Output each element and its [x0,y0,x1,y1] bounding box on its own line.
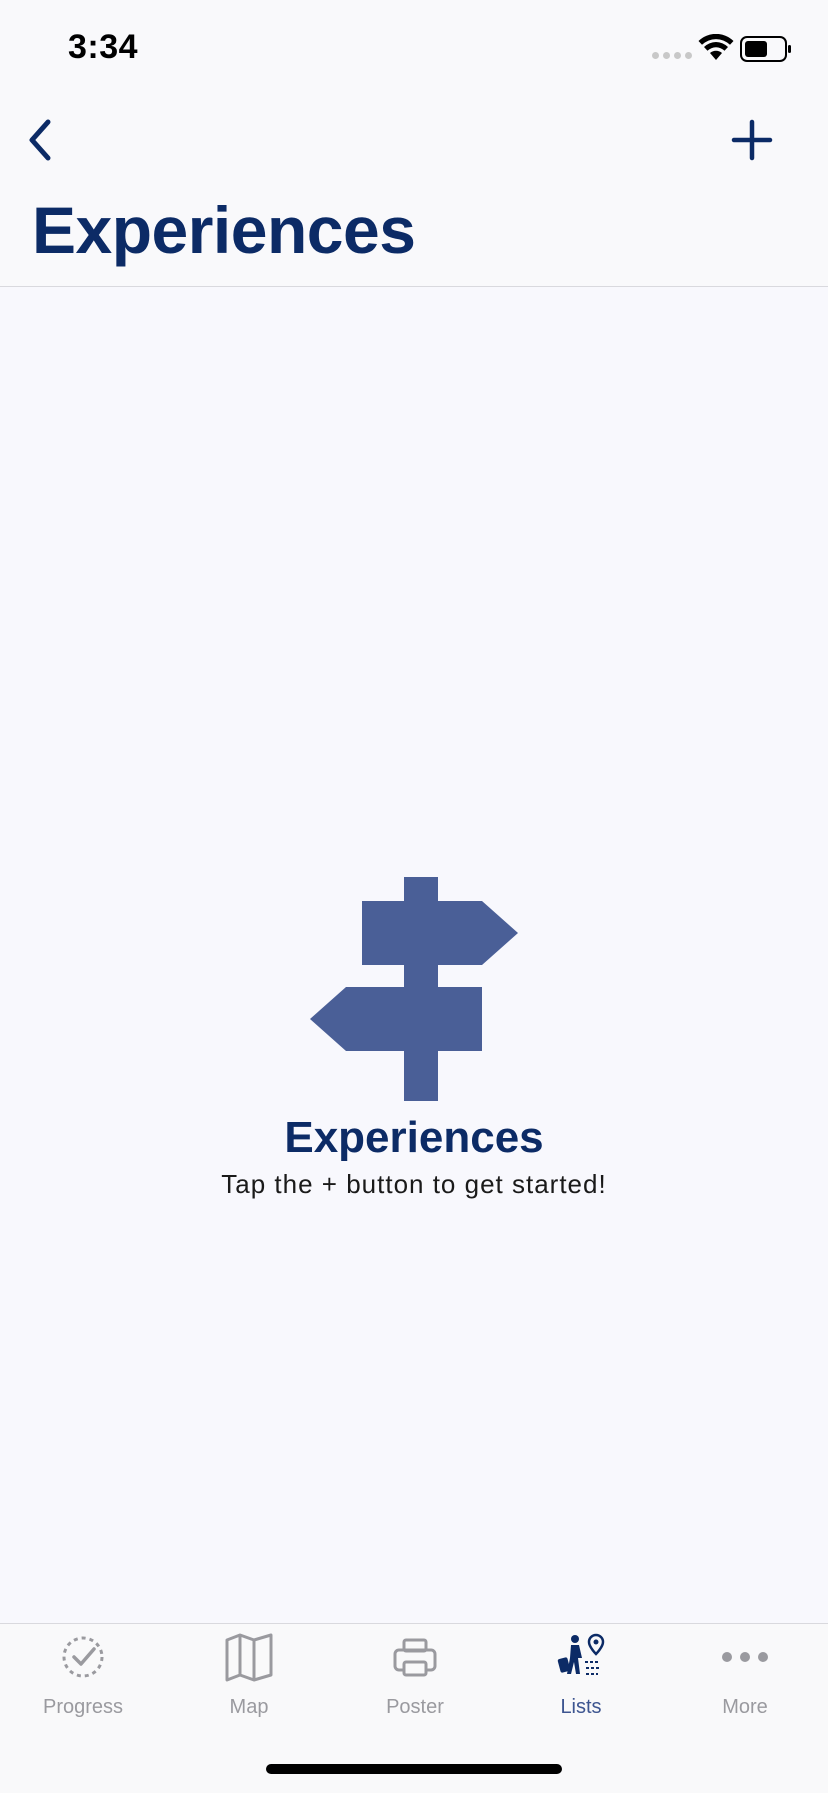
add-button[interactable] [728,116,776,164]
tab-more[interactable]: More [662,1624,828,1734]
plus-icon [731,119,773,161]
tab-label: More [722,1696,768,1718]
signpost-icon [310,877,518,1101]
navigation-bar: Experiences [0,96,828,287]
printer-icon [393,1638,437,1677]
tab-label: Lists [560,1696,602,1718]
tab-progress[interactable]: Progress [0,1624,166,1734]
traveler-pin-icon [557,1633,605,1675]
tab-label: Progress [42,1696,124,1718]
tab-poster[interactable]: Poster [332,1624,498,1734]
empty-state-title: Experiences [284,1113,544,1162]
back-button[interactable] [20,116,60,164]
map-icon [225,1633,273,1682]
tab-map[interactable]: Map [166,1624,332,1734]
tab-label: Poster [386,1696,444,1718]
battery-icon [740,36,791,62]
more-dots-icon [722,1652,768,1662]
tab-label: Map [229,1696,269,1718]
empty-state-subtitle: Tap the + button to get started! [221,1169,607,1199]
page-title: Experiences [32,193,416,267]
progress-check-icon [62,1636,104,1678]
status-bar: 3:34 [0,0,828,96]
home-indicator [266,1764,562,1774]
tab-lists[interactable]: Lists [498,1624,664,1734]
chevron-left-icon [29,119,51,161]
main-content: Experiences Tap the + button to get star… [0,287,828,1623]
cellular-signal-icon [652,52,692,59]
wifi-icon [698,34,734,60]
status-time: 3:34 [68,28,139,66]
